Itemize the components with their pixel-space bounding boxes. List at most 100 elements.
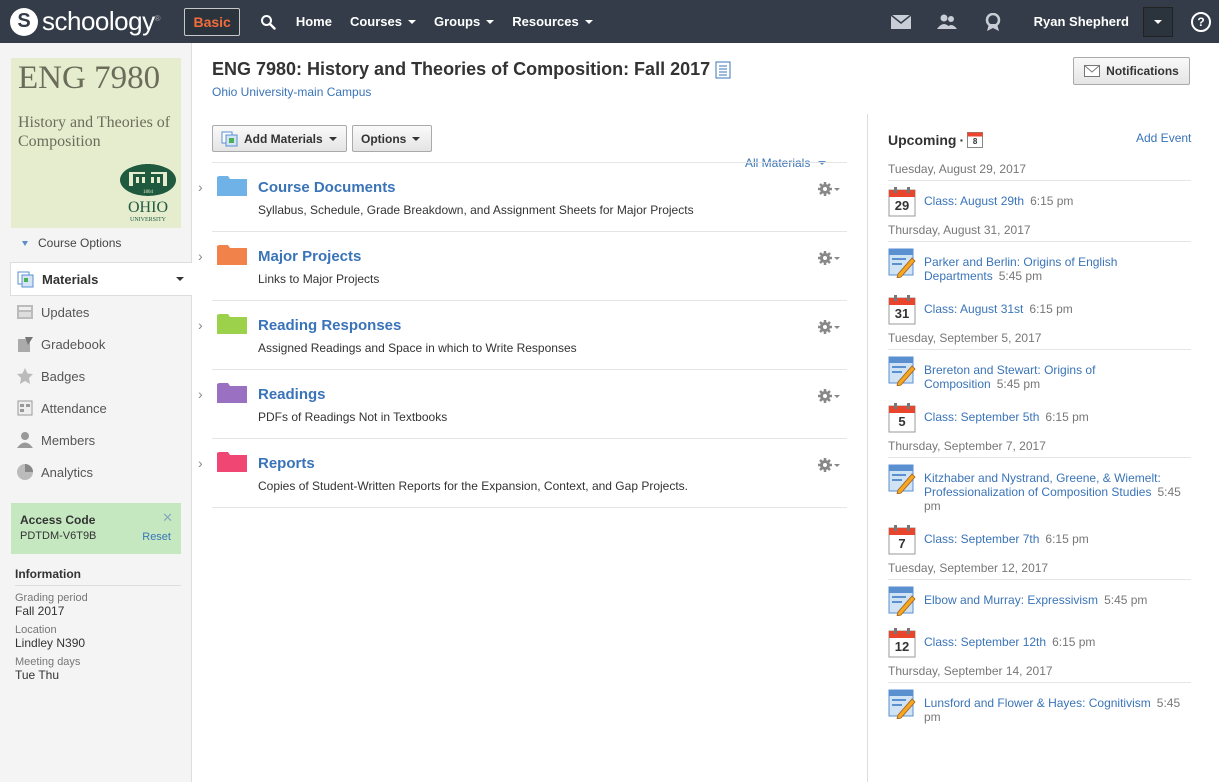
folder-icon (217, 314, 247, 334)
material-row[interactable]: › Course Documents Syllabus, Schedule, G… (198, 163, 847, 232)
chevron-right-icon[interactable]: › (198, 386, 203, 402)
sidebar-item-updates[interactable]: Updates (10, 296, 192, 328)
help-icon[interactable]: ? (1191, 11, 1211, 32)
connections-icon[interactable] (936, 11, 958, 33)
event-time: 5:45 pm (1104, 593, 1148, 607)
schoology-logo[interactable]: S schoology ® (10, 6, 160, 37)
event-title[interactable]: Class: August 29th (924, 194, 1024, 208)
nav-home-label: Home (295, 14, 332, 29)
chevron-right-icon[interactable]: › (198, 455, 203, 471)
access-code-reset-link[interactable]: Reset (142, 531, 171, 543)
school-link[interactable]: Ohio University-main Campus (212, 85, 371, 99)
event-text[interactable]: Lunsford and Flower & Hayes: Cognitivism… (924, 689, 1191, 724)
upcoming-event[interactable]: 5 Class: September 5th 6:15 pm (888, 397, 1191, 439)
gear-icon[interactable] (818, 388, 842, 404)
messages-icon[interactable] (890, 11, 912, 33)
event-text[interactable]: Class: September 12th 6:15 pm (924, 628, 1095, 649)
material-row[interactable]: › Reading Responses Assigned Readings an… (198, 301, 847, 370)
upcoming-event[interactable]: Lunsford and Flower & Hayes: Cognitivism… (888, 683, 1191, 730)
material-title[interactable]: Reading Responses (258, 317, 401, 334)
options-button[interactable]: Options (352, 125, 432, 152)
event-time: 6:15 pm (1052, 635, 1096, 649)
event-title[interactable]: Kitzhaber and Nystrand, Greene, & Wiemel… (924, 471, 1161, 499)
course-options-toggle[interactable]: Course Options (22, 236, 121, 250)
chevron-right-icon[interactable]: › (198, 317, 203, 333)
sidebar-item-materials[interactable]: Materials (10, 262, 192, 296)
event-text[interactable]: Class: September 7th 6:15 pm (924, 525, 1089, 546)
material-row[interactable]: › Readings PDFs of Readings Not in Textb… (198, 370, 847, 439)
event-time: 5:45 pm (996, 377, 1041, 391)
upcoming-event[interactable]: Elbow and Murray: Expressivism 5:45 pm (888, 580, 1191, 622)
upcoming-event[interactable]: 7 Class: September 7th 6:15 pm (888, 519, 1191, 561)
event-title[interactable]: Class: September 12th (924, 635, 1046, 649)
chevron-down-icon (22, 241, 28, 247)
close-icon[interactable]: ✕ (162, 510, 173, 526)
material-row[interactable]: › Major Projects Links to Major Projects (198, 232, 847, 301)
material-row[interactable]: › Reports Copies of Student-Written Repo… (198, 439, 847, 508)
search-icon[interactable] (258, 12, 278, 32)
top-navigation-bar: S schoology ® Basic Home Courses Groups … (0, 0, 1219, 43)
upcoming-date-header: Tuesday, August 29, 2017 (888, 162, 1191, 181)
upcoming-event[interactable]: 31 Class: August 31st 6:15 pm (888, 289, 1191, 331)
course-picture[interactable]: ENG 7980 History and Theories of Composi… (11, 58, 181, 228)
chevron-right-icon[interactable]: › (198, 179, 203, 195)
info-label: Location (15, 624, 57, 636)
material-title[interactable]: Major Projects (258, 248, 361, 265)
sidebar-item-attendance[interactable]: Attendance (10, 392, 192, 424)
material-title[interactable]: Reports (258, 455, 315, 472)
event-title[interactable]: Class: September 5th (924, 410, 1039, 424)
event-text[interactable]: Class: August 31st 6:15 pm (924, 295, 1073, 316)
sidebar-item-analytics[interactable]: Analytics (10, 456, 192, 488)
user-name[interactable]: Ryan Shepherd (1034, 14, 1129, 29)
access-code-box: Access Code PDTDM-V6T9B Reset ✕ (11, 503, 181, 554)
event-title[interactable]: Elbow and Murray: Expressivism (924, 593, 1098, 607)
event-text[interactable]: Elbow and Murray: Expressivism 5:45 pm (924, 586, 1147, 607)
upcoming-event[interactable]: 12 Class: September 12th 6:15 pm (888, 622, 1191, 664)
assignment-icon (888, 586, 916, 617)
notifications-button[interactable]: Notifications (1073, 57, 1190, 85)
add-materials-button[interactable]: Add Materials (212, 125, 347, 152)
calendar-icon[interactable]: 8 (967, 131, 984, 148)
add-event-link[interactable]: Add Event (1136, 131, 1191, 145)
event-text[interactable]: Class: September 5th 6:15 pm (924, 403, 1089, 424)
nav-home[interactable]: Home (296, 14, 332, 29)
sidebar-item-gradebook[interactable]: Gradebook (10, 328, 192, 360)
chevron-right-icon[interactable]: › (198, 248, 203, 264)
nav-resources-label: Resources (512, 14, 579, 29)
folder-icon (217, 383, 247, 403)
gear-icon[interactable] (818, 181, 842, 197)
upcoming-event[interactable]: 29 Class: August 29th 6:15 pm (888, 181, 1191, 223)
upcoming-date-header: Tuesday, September 12, 2017 (888, 561, 1191, 580)
gear-icon[interactable] (818, 319, 842, 335)
upcoming-event[interactable]: Parker and Berlin: Origins of English De… (888, 242, 1191, 289)
course-info-icon[interactable] (714, 61, 732, 79)
sidebar-item-badges[interactable]: Badges (10, 360, 192, 392)
event-title[interactable]: Lunsford and Flower & Hayes: Cognitivism (924, 696, 1151, 710)
event-text[interactable]: Kitzhaber and Nystrand, Greene, & Wiemel… (924, 464, 1191, 513)
chevron-down-icon[interactable] (176, 277, 184, 281)
event-title[interactable]: Class: September 7th (924, 532, 1039, 546)
event-text[interactable]: Parker and Berlin: Origins of English De… (924, 248, 1191, 283)
analytics-icon (17, 464, 33, 480)
upcoming-event[interactable]: Kitzhaber and Nystrand, Greene, & Wiemel… (888, 458, 1191, 519)
add-materials-icon (221, 131, 238, 146)
event-time: 6:15 pm (1030, 194, 1074, 208)
basic-button[interactable]: Basic (184, 7, 240, 36)
event-text[interactable]: Class: August 29th 6:15 pm (924, 187, 1073, 208)
nav-groups[interactable]: Groups (434, 14, 495, 29)
user-menu-dropdown[interactable] (1143, 6, 1173, 37)
material-title[interactable]: Course Documents (258, 179, 396, 196)
members-icon (17, 432, 33, 448)
notifications-icon[interactable] (982, 11, 1004, 33)
gear-icon[interactable] (818, 250, 842, 266)
sidebar-item-members[interactable]: Members (10, 424, 192, 456)
event-text[interactable]: Brereton and Stewart: Origins of Composi… (924, 356, 1191, 391)
course-picture-code: ENG 7980 (18, 60, 161, 96)
svg-text:OHIO: OHIO (128, 199, 168, 216)
nav-resources[interactable]: Resources (512, 14, 593, 29)
gear-icon[interactable] (818, 457, 842, 473)
event-title[interactable]: Class: August 31st (924, 302, 1023, 316)
material-title[interactable]: Readings (258, 386, 326, 403)
upcoming-event[interactable]: Brereton and Stewart: Origins of Composi… (888, 350, 1191, 397)
nav-courses[interactable]: Courses (350, 14, 416, 29)
